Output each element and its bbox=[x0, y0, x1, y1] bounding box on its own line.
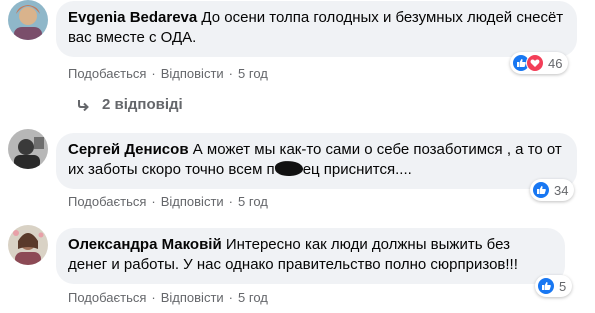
comment-actions: Подобається · Відповісти · 5 год bbox=[68, 66, 268, 81]
comment-bubble: Сергей Денисов А может мы как-то сами о … bbox=[56, 133, 577, 189]
reaction-count: 5 bbox=[559, 278, 567, 294]
love-icon bbox=[526, 54, 544, 72]
reaction-summary[interactable]: 34 bbox=[530, 179, 575, 201]
comment-author[interactable]: Сергей Денисов bbox=[68, 141, 189, 158]
reaction-count: 46 bbox=[548, 55, 563, 71]
comment-text-continued: ец приснится.... bbox=[302, 161, 412, 178]
reply-link[interactable]: Відповісти bbox=[161, 66, 224, 81]
comment-bubble: Evgenia Bedareva До осени толпа голодных… bbox=[56, 1, 577, 57]
comment-author[interactable]: Олександра Маковій bbox=[68, 236, 222, 253]
replies-count-label: 2 відповіді bbox=[102, 96, 183, 113]
like-link[interactable]: Подобається bbox=[68, 290, 146, 305]
reply-link[interactable]: Відповісти bbox=[161, 290, 224, 305]
avatar-photo bbox=[8, 129, 48, 169]
like-link[interactable]: Подобається bbox=[68, 66, 146, 81]
like-icon bbox=[532, 181, 550, 199]
avatar[interactable] bbox=[8, 0, 48, 40]
view-replies-link[interactable]: 2 відповіді bbox=[76, 96, 183, 113]
comment-actions: Подобається · Відповісти · 5 год bbox=[68, 290, 268, 305]
reply-link[interactable]: Відповісти bbox=[161, 194, 224, 209]
reaction-summary[interactable]: 5 bbox=[535, 275, 573, 297]
reply-arrow-icon bbox=[78, 99, 89, 111]
avatar[interactable] bbox=[8, 225, 48, 265]
avatar-photo bbox=[8, 225, 48, 265]
comment-bubble: Олександра Маковій Интересно как люди до… bbox=[56, 228, 565, 284]
comment-time[interactable]: 5 год bbox=[238, 194, 268, 209]
like-icon bbox=[537, 277, 555, 295]
reaction-count: 34 bbox=[554, 182, 569, 198]
censor-blot bbox=[274, 160, 304, 177]
avatar[interactable] bbox=[8, 129, 48, 169]
comment-time[interactable]: 5 год bbox=[238, 66, 268, 81]
comment-author[interactable]: Evgenia Bedareva bbox=[68, 9, 197, 26]
reaction-summary[interactable]: 46 bbox=[510, 52, 569, 74]
comment-actions: Подобається · Відповісти · 5 год bbox=[68, 194, 268, 209]
comment-time[interactable]: 5 год bbox=[238, 290, 268, 305]
like-link[interactable]: Подобається bbox=[68, 194, 146, 209]
avatar-photo bbox=[8, 0, 48, 40]
